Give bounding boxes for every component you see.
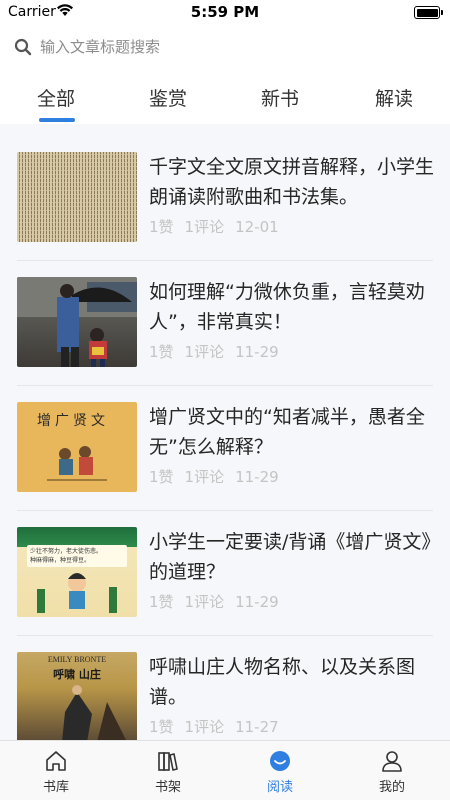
like-count: 1赞 [149, 468, 174, 486]
search-input[interactable] [40, 34, 430, 60]
nav-item-bookshelf[interactable]: 书架 [112, 741, 224, 800]
comment-count: 1评论 [184, 718, 225, 736]
article-item[interactable]: 如何理解“力微休负重，言轻莫劝人”，非常真实！ 1赞 1评论 11-29 [17, 277, 433, 387]
profile-icon [382, 751, 402, 772]
comment-count: 1评论 [184, 468, 225, 486]
battery-icon [414, 6, 443, 19]
divider [17, 510, 433, 511]
article-thumbnail [17, 277, 137, 367]
article-item[interactable]: 少壮不努力，老大徒伤悲。 种麻得麻，种豆得豆。 小学生一定要读/背诵《增广贤文》… [17, 527, 433, 637]
active-tab-indicator [39, 118, 75, 122]
status-bar: Carrier 5:59 PM [0, 0, 450, 26]
article-item[interactable]: 千字文全文原文拼音解释，小学生朗诵读附歌曲和书法集。 1赞 1评论 12-01 [17, 152, 435, 262]
article-meta: 1赞 1评论 11-29 [149, 591, 290, 612]
article-date: 11-29 [235, 343, 279, 361]
article-thumbnail: 少壮不努力，老大徒伤悲。 种麻得麻，种豆得豆。 [17, 527, 137, 617]
article-date: 11-29 [235, 468, 279, 486]
article-title: 增广贤文中的“知者减半，愚者全无”怎么解释？ [149, 406, 425, 458]
reading-icon [270, 751, 290, 771]
home-icon [46, 751, 66, 771]
clock: 5:59 PM [190, 3, 260, 21]
comment-count: 1评论 [184, 218, 225, 236]
divider [17, 385, 433, 386]
comment-count: 1评论 [184, 593, 225, 611]
divider [17, 260, 433, 261]
bookshelf-icon [158, 752, 178, 771]
like-count: 1赞 [149, 593, 174, 611]
nav-item-library[interactable]: 书库 [0, 741, 112, 800]
article-date: 12-01 [235, 218, 279, 236]
article-thumbnail: 增广贤文 [17, 402, 137, 492]
nav-item-reading[interactable]: 阅读 [224, 741, 336, 800]
article-meta: 1赞 1评论 11-27 [149, 716, 290, 737]
like-count: 1赞 [149, 218, 174, 236]
nav-item-profile[interactable]: 我的 [336, 741, 448, 800]
article-meta: 1赞 1评论 11-29 [149, 341, 290, 362]
comment-count: 1评论 [184, 343, 225, 361]
nav-label: 阅读 [266, 780, 293, 795]
tab-new-books[interactable]: 新书 [245, 84, 315, 111]
article-item[interactable]: EMILY BRONTE 呼啸 山庄 呼啸山庄人物名称、以及关系图谱。 1赞 1评… [17, 652, 433, 740]
article-list[interactable]: 千字文全文原文拼音解释，小学生朗诵读附歌曲和书法集。 1赞 1评论 12-01 [0, 124, 450, 740]
article-title: 小学生一定要读/背诵《增广贤文》的道理？ [149, 531, 431, 583]
nav-label: 我的 [378, 780, 405, 795]
article-date: 11-27 [235, 718, 279, 736]
category-tabs: 全部 鉴赏 新书 解读 [0, 70, 450, 124]
bottom-nav: 书库 书架 阅读 我的 [0, 740, 450, 800]
article-meta: 1赞 1评论 12-01 [149, 216, 290, 237]
tab-interpretation[interactable]: 解读 [359, 84, 429, 111]
article-title: 千字文全文原文拼音解释，小学生朗诵读附歌曲和书法集。 [149, 156, 435, 208]
tab-all[interactable]: 全部 [21, 84, 91, 111]
like-count: 1赞 [149, 718, 174, 736]
search-icon [14, 38, 32, 56]
search-bar[interactable] [0, 28, 450, 66]
nav-label: 书架 [154, 780, 181, 795]
article-meta: 1赞 1评论 11-29 [149, 466, 290, 487]
article-thumbnail: EMILY BRONTE 呼啸 山庄 [17, 652, 137, 740]
tab-appreciation[interactable]: 鉴赏 [133, 84, 203, 111]
article-title: 呼啸山庄人物名称、以及关系图谱。 [149, 656, 416, 708]
divider [17, 635, 433, 636]
article-thumbnail [17, 152, 137, 242]
article-title: 如何理解“力微休负重，言轻莫劝人”，非常真实！ [149, 281, 425, 333]
article-date: 11-29 [235, 593, 279, 611]
nav-label: 书库 [42, 780, 69, 795]
like-count: 1赞 [149, 343, 174, 361]
article-item[interactable]: 增广贤文 增广贤文中的“知者减半，愚者全无”怎么解释？ 1赞 1评论 11-29 [17, 402, 433, 512]
